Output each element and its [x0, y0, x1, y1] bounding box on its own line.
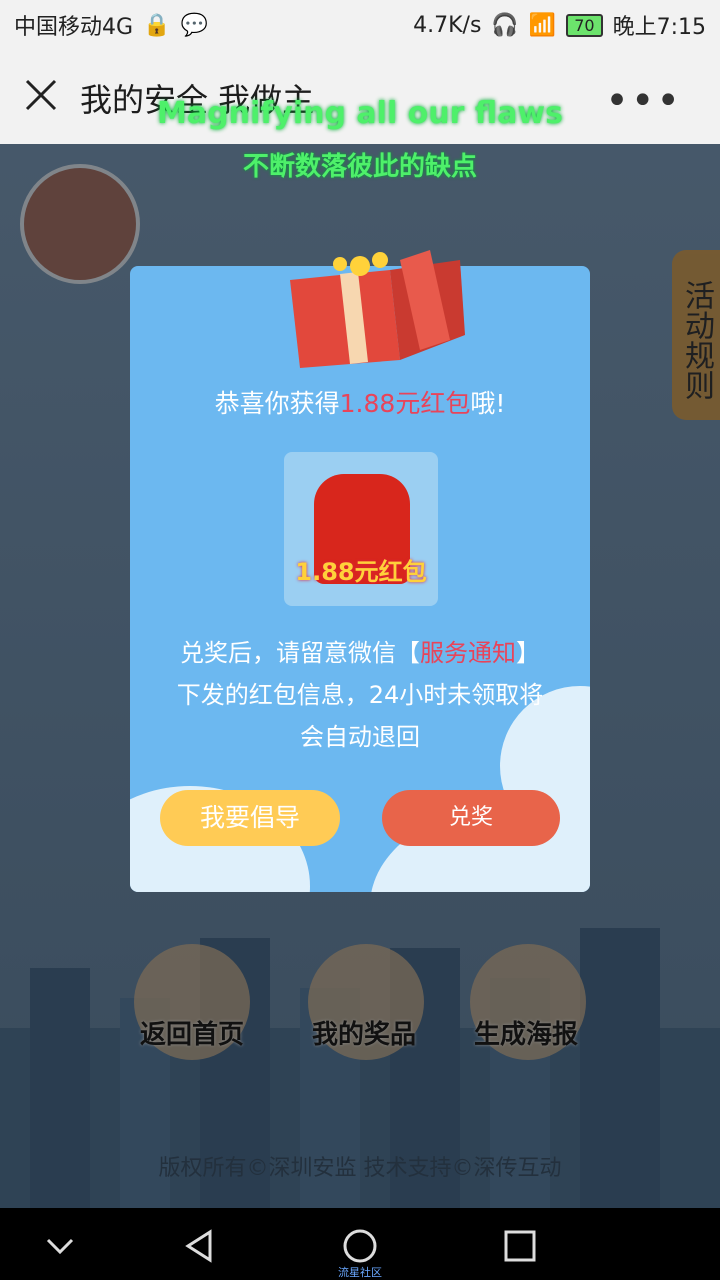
subtitle-english: Magnifying all our flaws: [157, 96, 563, 131]
congrats-amount: 1.88元红包: [339, 389, 471, 418]
recents-icon[interactable]: [502, 1228, 538, 1264]
back-icon[interactable]: [182, 1228, 218, 1264]
headphones-icon: 🎧: [491, 12, 519, 38]
status-right: 4.7K/s 🎧 📶 70 晚上7:15: [413, 9, 706, 41]
gift-box-icon: [290, 250, 465, 368]
promote-button[interactable]: 我要倡导: [160, 790, 340, 846]
home-label: 返回首页: [140, 1020, 245, 1050]
prize-card: 1.88元红包: [284, 452, 438, 606]
status-bar: 中国移动4G 🔒 💬 4.7K/s 🎧 📶 70 晚上7:15: [0, 0, 720, 50]
rules-tab[interactable]: 活动规则: [672, 250, 720, 420]
message-icon: 💬: [180, 12, 208, 38]
notice-prefix: 兑奖后，请留意微信【: [180, 639, 420, 667]
redeem-button[interactable]: 兑奖: [382, 790, 560, 846]
carrier-label: 中国移动4G: [14, 15, 134, 40]
copyright-text: 版权所有©深圳安监 技术支持©深传互动: [158, 1156, 562, 1181]
prize-label: 1.88元红包: [295, 558, 427, 586]
poster-label: 生成海报: [474, 1020, 579, 1050]
status-left: 中国移动4G 🔒 💬: [14, 9, 208, 41]
notice-highlight: 服务通知: [420, 639, 516, 667]
prizes-label: 我的奖品: [312, 1020, 417, 1050]
chevron-down-icon[interactable]: [42, 1228, 78, 1264]
battery-indicator: 70: [566, 13, 603, 37]
congrats-prefix: 恭喜你获得: [214, 389, 340, 418]
wifi-icon: 📶: [528, 12, 557, 38]
watermark-text: 流星社区: [338, 1266, 382, 1279]
congrats-message: 恭喜你获得1.88元红包哦!: [130, 384, 590, 420]
network-speed: 4.7K/s: [413, 12, 482, 38]
subtitle-chinese: 不断数落彼此的缺点: [242, 152, 477, 182]
clock: 晚上7:15: [612, 15, 706, 40]
lock-icon: 🔒: [143, 12, 171, 38]
home-icon[interactable]: [342, 1228, 378, 1264]
notice-message: 兑奖后，请留意微信【服务通知】下发的红包信息，24小时未领取将会自动退回: [174, 632, 546, 758]
congrats-suffix: 哦!: [470, 389, 506, 418]
